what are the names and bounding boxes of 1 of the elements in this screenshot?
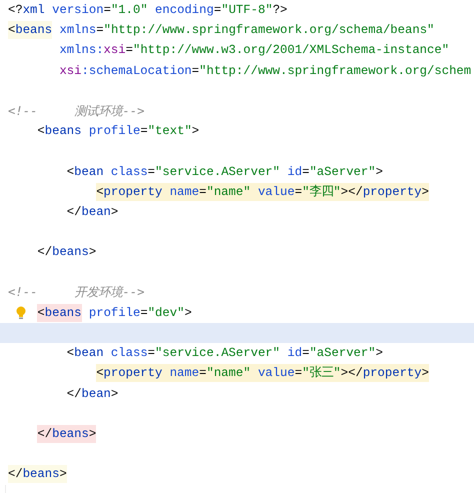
lightbulb-icon[interactable] [16,306,26,320]
